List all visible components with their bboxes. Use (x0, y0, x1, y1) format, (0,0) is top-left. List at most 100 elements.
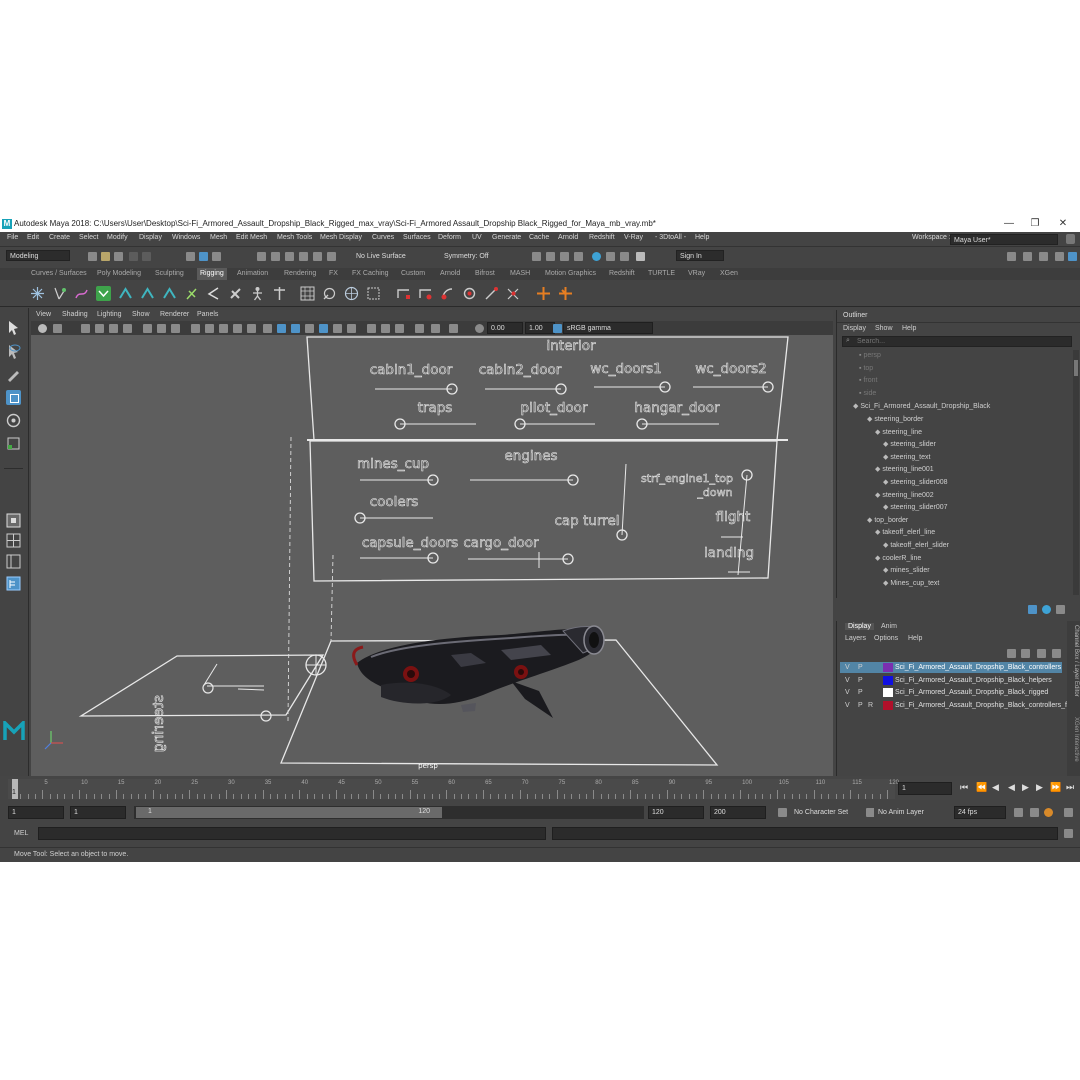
parent-constraint-icon[interactable] (396, 286, 411, 301)
persp-outliner-layout-icon[interactable] (6, 554, 21, 569)
layer-visibility-toggle[interactable]: V (845, 689, 850, 696)
gamma-icon[interactable] (431, 324, 440, 333)
select-object-icon[interactable] (199, 252, 208, 261)
gamma-field[interactable]: 1.00 (525, 322, 555, 334)
scale-tool-icon[interactable] (6, 436, 21, 451)
layer-color-swatch[interactable] (883, 688, 893, 698)
sculpt-deformer-icon[interactable] (228, 286, 243, 301)
fps-dropdown[interactable]: 24 fps (954, 806, 1006, 819)
new-layer-icon[interactable] (1037, 649, 1046, 658)
playback-start-field[interactable]: 1 (70, 806, 126, 819)
animation-start-field[interactable]: 1 (8, 806, 64, 819)
camera-attributes-icon[interactable] (53, 324, 62, 333)
lattice-icon[interactable] (140, 286, 155, 301)
menu-edit[interactable]: Edit (27, 234, 39, 241)
select-tool-icon[interactable] (6, 320, 21, 335)
tool-settings-icon[interactable] (1039, 252, 1048, 261)
outliner-item[interactable]: ◆ coolerR_line (875, 554, 921, 562)
script-editor-icon[interactable] (1064, 829, 1073, 838)
shelf-tab-mash[interactable]: MASH (510, 270, 530, 277)
step-back-key-icon[interactable]: ⏪ (976, 782, 987, 793)
set-driven-key-icon[interactable] (536, 286, 551, 301)
isolate-select-icon[interactable] (367, 324, 376, 333)
menu-display[interactable]: Display (139, 234, 162, 241)
select-hierarchy-icon[interactable] (186, 252, 195, 261)
shelf-tab-poly-modeling[interactable]: Poly Modeling (97, 270, 141, 277)
channel-box-icon[interactable] (1055, 252, 1064, 261)
side-tab-channel-box[interactable]: Channel Box / Layer Editor (1069, 625, 1079, 697)
lasso-tool-icon[interactable] (6, 344, 21, 359)
aim-constraint-icon[interactable] (484, 286, 499, 301)
default-material-icon[interactable] (247, 324, 256, 333)
panel-menu-view[interactable]: View (36, 311, 51, 318)
shadows-icon[interactable] (291, 324, 300, 333)
joint-tool-icon[interactable] (30, 286, 45, 301)
layer-playback-toggle[interactable]: P (858, 677, 863, 684)
close-button[interactable]: ✕ (1052, 216, 1074, 232)
menu-set-dropdown[interactable]: Modeling (6, 250, 70, 261)
menu-surfaces[interactable]: Surfaces (403, 234, 431, 241)
mel-input[interactable] (38, 827, 546, 840)
outliner-item[interactable]: ◆ steering_slider (883, 440, 936, 448)
animation-end-field[interactable]: 200 (710, 806, 766, 819)
shelf-tab-xgen[interactable]: XGen (720, 270, 738, 277)
orient-constraint-icon[interactable] (440, 286, 455, 301)
shelf-tab-curves-surfaces[interactable]: Curves / Surfaces (31, 270, 87, 277)
loop-icon[interactable] (1014, 808, 1023, 817)
shelf-tab-fx-caching[interactable]: FX Caching (352, 270, 389, 277)
menu-cache[interactable]: Cache (529, 234, 549, 241)
shelf-tab-arnold[interactable]: Arnold (440, 270, 460, 277)
outliner-menu-show[interactable]: Show (875, 325, 893, 332)
shelf-tab-motion-graphics[interactable]: Motion Graphics (545, 270, 596, 277)
panel-menu-lighting[interactable]: Lighting (97, 311, 122, 318)
range-slider-handle[interactable]: 1 120 (136, 807, 442, 818)
layer-color-swatch[interactable] (883, 675, 893, 685)
textured-icon[interactable] (263, 324, 272, 333)
layer-playback-toggle[interactable]: P (858, 664, 863, 671)
steering-slider[interactable] (260, 710, 272, 722)
grease-pencil-icon[interactable] (123, 324, 132, 333)
auto-key-icon[interactable] (1044, 808, 1053, 817)
layer-reference-toggle[interactable]: R (868, 702, 873, 709)
play-forwards-icon[interactable]: ▶ (1022, 782, 1029, 793)
xray-icon[interactable] (233, 324, 242, 333)
play-backwards-icon[interactable]: ◀ (1008, 782, 1015, 793)
menu-create[interactable]: Create (49, 234, 70, 241)
menu-windows[interactable]: Windows (172, 234, 200, 241)
step-forward-key-icon[interactable]: ⏩ (1050, 782, 1061, 793)
film-gate-icon[interactable] (157, 324, 166, 333)
panel-menu-show[interactable]: Show (132, 311, 150, 318)
outliner-menu-help[interactable]: Help (902, 325, 916, 332)
current-time-indicator[interactable]: 1 (12, 779, 18, 799)
cluster-icon[interactable] (118, 286, 133, 301)
outliner-menu-display[interactable]: Display (843, 325, 866, 332)
menu-redshift[interactable]: Redshift (589, 234, 615, 241)
shelf-tab-redshift[interactable]: Redshift (609, 270, 635, 277)
layer-tab-display[interactable]: Display (845, 623, 874, 630)
menu-edit-mesh[interactable]: Edit Mesh (236, 234, 267, 241)
layer-row[interactable]: V P Sci_Fi_Armored_Assault_Dropship_Black_… (840, 662, 1062, 673)
shelf-tab-rigging[interactable]: Rigging (197, 268, 227, 280)
menu-arnold[interactable]: Arnold (558, 234, 578, 241)
go-to-start-icon[interactable]: ⏮ (960, 782, 968, 793)
snap-surface-icon[interactable] (313, 252, 322, 261)
side-tab-xgen[interactable]: XGen Interactive (1069, 717, 1079, 762)
open-scene-icon[interactable] (101, 252, 110, 261)
layer-toggle-icon[interactable] (1056, 605, 1065, 614)
outliner-item[interactable]: ◆ steering_text (883, 453, 930, 461)
keys-icon[interactable] (1030, 808, 1039, 817)
menu-mesh-display[interactable]: Mesh Display (320, 234, 362, 241)
perspective-viewport[interactable]: steering interior cabin1_door cabin2_doo… (31, 335, 833, 776)
shelf-tab-bifrost[interactable]: Bifrost (475, 270, 495, 277)
minimize-button[interactable]: — (998, 216, 1020, 232)
quick-rig-icon[interactable] (272, 286, 287, 301)
new-layer-selected-icon[interactable] (1052, 649, 1061, 658)
outliner-item[interactable]: ◆ takeoff_elerl_line (875, 528, 935, 536)
outliner-search-input[interactable] (842, 336, 1072, 347)
move-layer-down-icon[interactable] (1021, 649, 1030, 658)
mel-label[interactable]: MEL (14, 830, 28, 837)
outliner-item[interactable]: ◆ takeoff_elerl_slider (883, 541, 949, 549)
menu-3dtoall[interactable]: - 3DtoAll - (655, 234, 686, 241)
locator-grid-icon[interactable] (300, 286, 315, 301)
render-view-icon[interactable] (620, 252, 629, 261)
